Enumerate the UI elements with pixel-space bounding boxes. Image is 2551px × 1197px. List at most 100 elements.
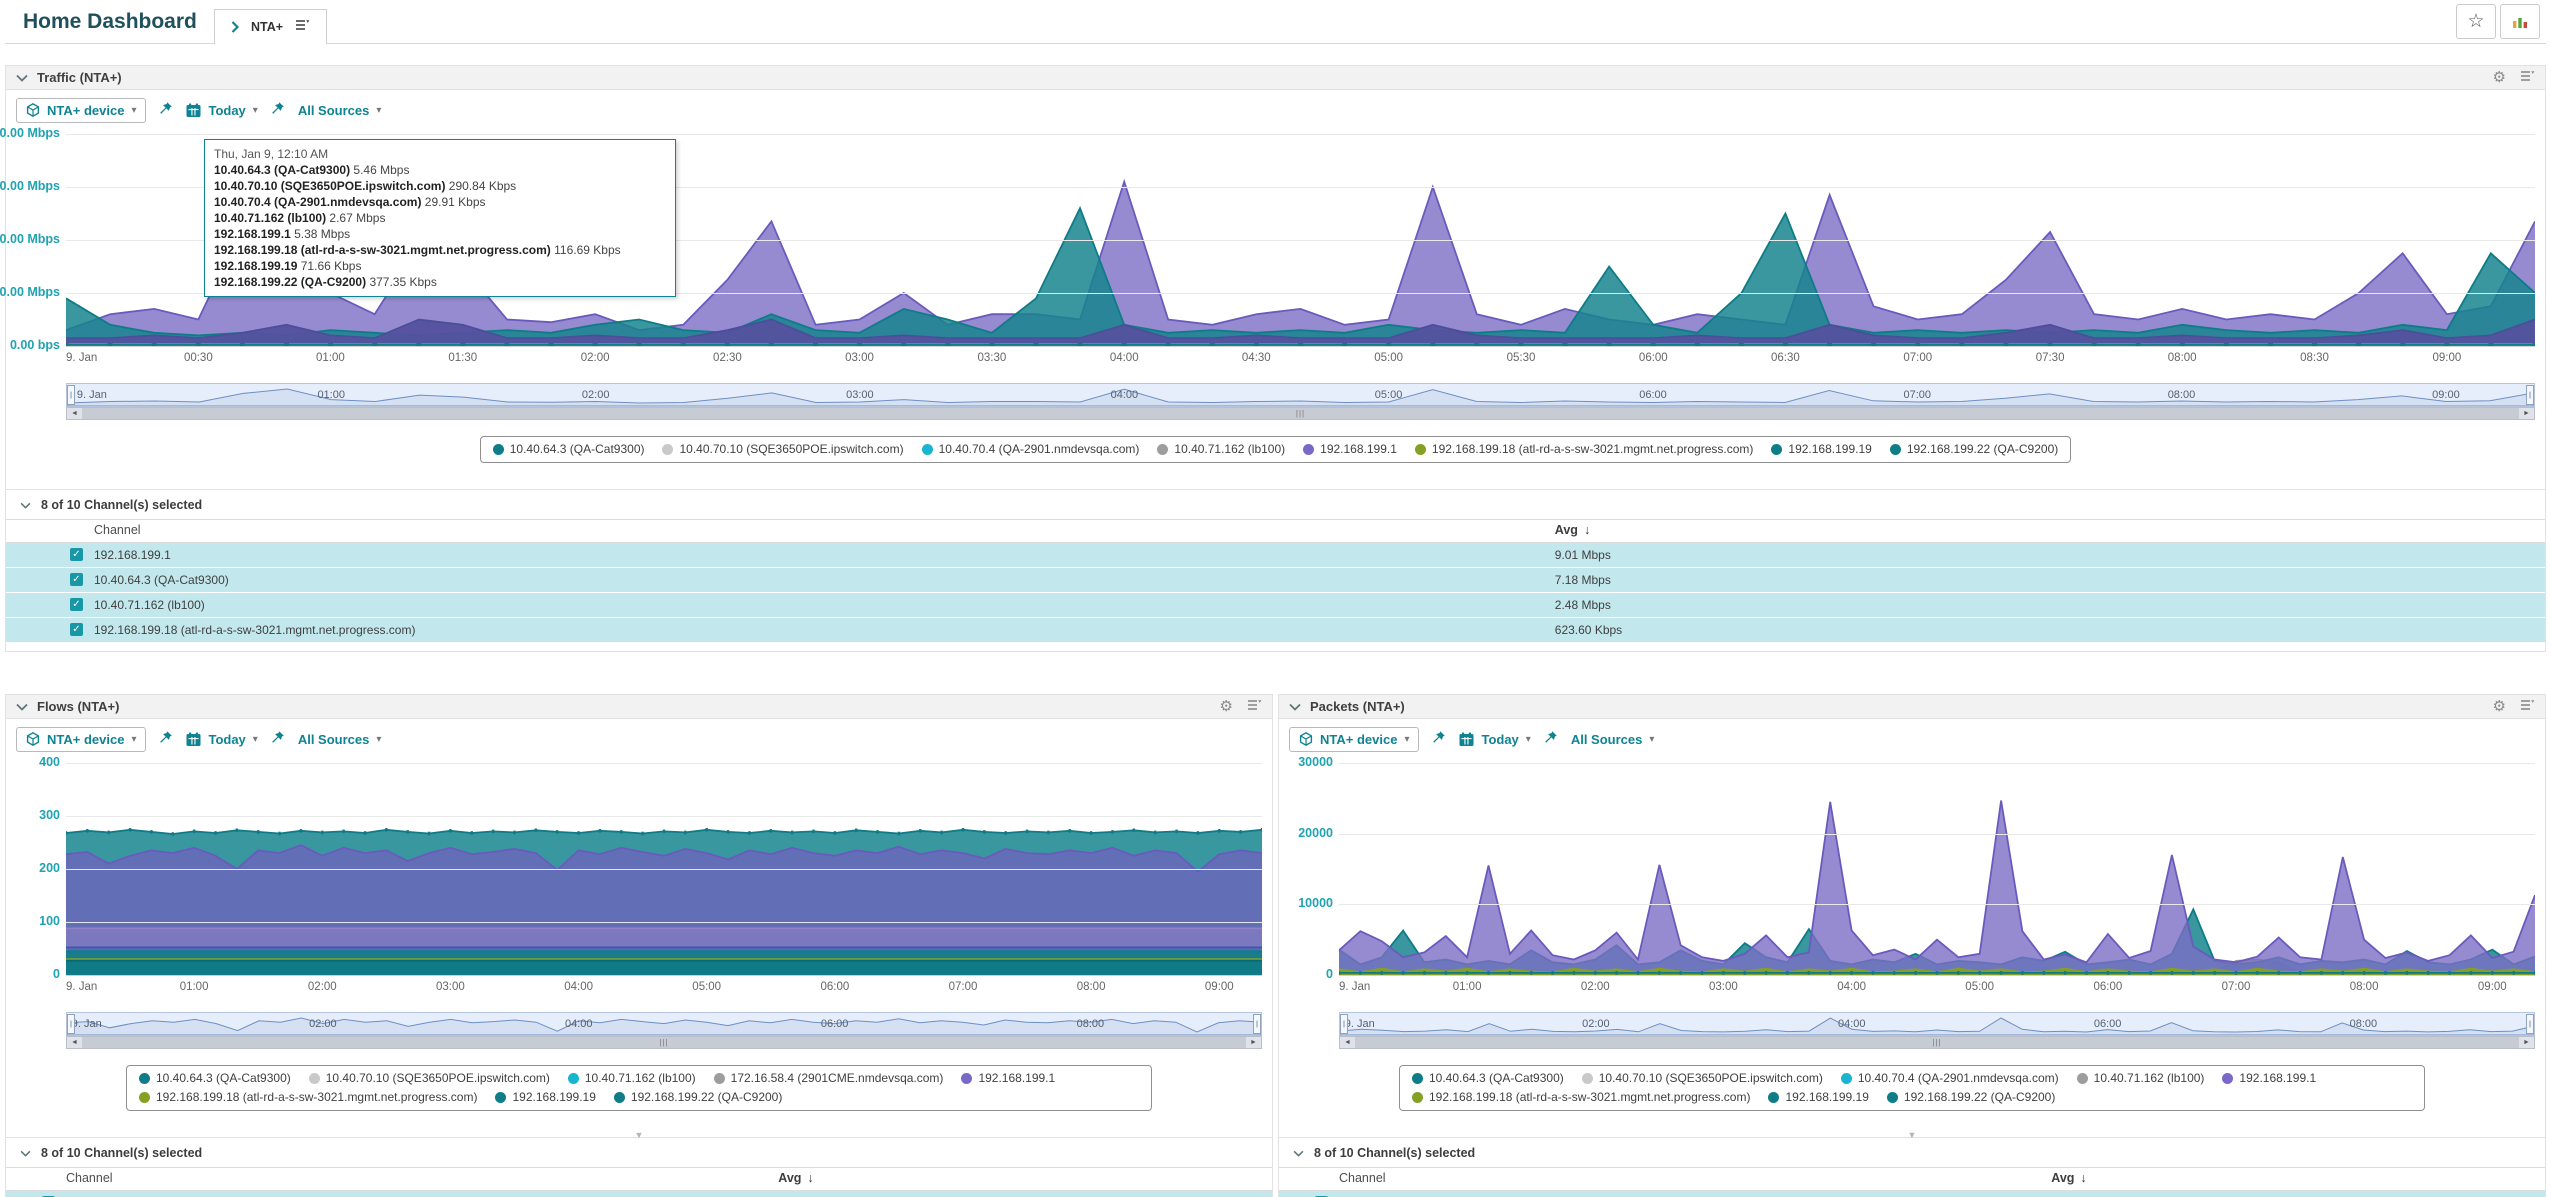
legend-item[interactable]: 192.168.199.19 xyxy=(1771,440,1871,459)
legend-item[interactable]: 192.168.199.1 xyxy=(961,1069,1055,1088)
packets-panel-header[interactable]: Packets (NTA+) ⚙ xyxy=(1279,695,2545,719)
legend-item[interactable]: 10.40.71.162 (lb100) xyxy=(1157,440,1285,459)
favorite-button[interactable]: ☆ xyxy=(2456,4,2496,39)
pin-icon[interactable] xyxy=(1432,730,1446,749)
avg-column-header[interactable]: Avg↓ xyxy=(778,1171,813,1185)
legend-item[interactable]: 192.168.199.18 (atl-rd-a-s-sw-3021.mgmt.… xyxy=(1412,1088,1750,1107)
legend-item[interactable]: 10.40.64.3 (QA-Cat9300) xyxy=(493,440,645,459)
legend-item[interactable]: 10.40.64.3 (QA-Cat9300) xyxy=(1412,1069,1564,1088)
selection-header[interactable]: 8 of 10 Channel(s) selected xyxy=(1279,1138,2545,1167)
legend-item[interactable]: 192.168.199.1 xyxy=(2222,1069,2316,1088)
legend-item[interactable]: 192.168.199.22 (QA-C9200) xyxy=(1890,440,2058,459)
traffic-panel-header[interactable]: Traffic (NTA+) ⚙ xyxy=(6,66,2545,90)
scrollbar-grip[interactable]: ||| xyxy=(1296,409,1305,418)
date-dropdown[interactable]: Today ▾ xyxy=(186,732,257,747)
gear-icon[interactable]: ⚙ xyxy=(2493,699,2506,714)
selection-header[interactable]: 8 of 10 Channel(s) selected xyxy=(6,1138,1272,1167)
legend-item[interactable]: 192.168.199.18 (atl-rd-a-s-sw-3021.mgmt.… xyxy=(139,1088,477,1107)
flows-panel-header[interactable]: Flows (NTA+) ⚙ xyxy=(6,695,1272,719)
navigator-band[interactable]: ∥ ∥ 9. Jan02:0004:0006:0008:00 xyxy=(66,1012,1262,1036)
navigator-handle-left[interactable]: ∥ xyxy=(67,1014,75,1034)
pin-icon[interactable] xyxy=(271,730,285,749)
table-row[interactable]: ✓192.168.199.18 (atl-rd-a-s-sw-3021.mgmt… xyxy=(6,618,2545,643)
splitter-handle[interactable]: ▼ xyxy=(1908,1131,1917,1140)
pin-icon[interactable] xyxy=(159,730,173,749)
avg-column-header[interactable]: Avg↓ xyxy=(1555,523,1590,537)
panel-menu-icon[interactable] xyxy=(2520,698,2535,716)
splitter-handle[interactable]: ▼ xyxy=(635,1131,644,1140)
chart-navigator[interactable]: ∥ ∥ 9. Jan02:0004:0006:0008:00 xyxy=(1339,1012,2535,1036)
avg-column-header[interactable]: Avg↓ xyxy=(2051,1171,2086,1185)
packets-chart-plot[interactable] xyxy=(1339,763,2535,976)
scroll-right-icon[interactable]: ► xyxy=(2519,1037,2534,1048)
date-dropdown[interactable]: Today ▾ xyxy=(1459,732,1530,747)
chart-scrollbar[interactable]: ◄ ||| ► xyxy=(1339,1036,2535,1049)
chart-navigator[interactable]: ∥ ∥ 9. Jan02:0004:0006:0008:00 xyxy=(66,1012,1262,1036)
traffic-chart-plot[interactable]: Thu, Jan 9, 12:10 AM 10.40.64.3 (QA-Cat9… xyxy=(66,134,2535,347)
navigator-handle-left[interactable]: ∥ xyxy=(1340,1014,1348,1034)
chart-scrollbar[interactable]: ◄ ||| ► xyxy=(66,1036,1262,1049)
panel-menu-icon[interactable] xyxy=(2520,69,2535,87)
table-row[interactable]: ✓192.168.199.19.01 Mbps xyxy=(6,543,2545,568)
table-row[interactable]: ✓10.40.64.3 (QA-Cat9300)7.18 Mbps xyxy=(6,568,2545,593)
row-checkbox[interactable]: ✓ xyxy=(70,548,83,561)
date-dropdown[interactable]: Today ▾ xyxy=(186,103,257,118)
legend-item[interactable]: 192.168.199.18 (atl-rd-a-s-sw-3021.mgmt.… xyxy=(1415,440,1753,459)
scroll-right-icon[interactable]: ► xyxy=(2519,408,2534,419)
navigator-band[interactable]: ∥ ∥ 9. Jan01:0002:0003:0004:0005:0006:00… xyxy=(66,383,2535,407)
navigator-band[interactable]: ∥ ∥ 9. Jan02:0004:0006:0008:00 xyxy=(1339,1012,2535,1036)
scroll-right-icon[interactable]: ► xyxy=(1246,1037,1261,1048)
channel-column-header[interactable]: Channel xyxy=(66,1171,113,1185)
navigator-handle-left[interactable]: ∥ xyxy=(67,385,75,405)
channel-column-header[interactable]: Channel xyxy=(94,523,141,537)
legend-item[interactable]: 10.40.70.10 (SQE3650POE.ipswitch.com) xyxy=(662,440,903,459)
device-dropdown[interactable]: NTA+ device ▾ xyxy=(1289,727,1419,752)
gear-icon[interactable]: ⚙ xyxy=(2493,70,2506,85)
gear-icon[interactable]: ⚙ xyxy=(1220,699,1233,714)
navigator-handle-right[interactable]: ∥ xyxy=(2526,1014,2534,1034)
legend-item[interactable]: 172.16.58.4 (2901CME.nmdevsqa.com) xyxy=(714,1069,944,1088)
collapse-chevron-icon[interactable] xyxy=(1289,703,1301,711)
scrollbar-grip[interactable]: ||| xyxy=(1932,1038,1941,1047)
legend-item[interactable]: 192.168.199.22 (QA-C9200) xyxy=(614,1088,782,1107)
chart-scrollbar[interactable]: ◄ ||| ► xyxy=(66,407,2535,420)
device-dropdown[interactable]: NTA+ device ▾ xyxy=(16,98,146,123)
pin-icon[interactable] xyxy=(271,101,285,120)
legend-item[interactable]: 10.40.70.4 (QA-2901.nmdevsqa.com) xyxy=(1841,1069,2059,1088)
panel-menu-icon[interactable] xyxy=(1247,698,1262,716)
chart-navigator[interactable]: ∥ ∥ 9. Jan01:0002:0003:0004:0005:0006:00… xyxy=(66,383,2535,407)
channel-column-header[interactable]: Channel xyxy=(1339,1171,1386,1185)
navigator-handle-right[interactable]: ∥ xyxy=(1253,1014,1261,1034)
tab-menu-icon[interactable] xyxy=(295,18,310,36)
flows-chart-plot[interactable] xyxy=(66,763,1262,976)
row-checkbox[interactable]: ✓ xyxy=(70,623,83,636)
pin-icon[interactable] xyxy=(1544,730,1558,749)
row-checkbox[interactable]: ✓ xyxy=(70,573,83,586)
selection-header[interactable]: 8 of 10 Channel(s) selected xyxy=(6,490,2545,519)
row-checkbox[interactable]: ✓ xyxy=(70,598,83,611)
legend-item[interactable]: 10.40.71.162 (lb100) xyxy=(568,1069,696,1088)
navigator-handle-right[interactable]: ∥ xyxy=(2526,385,2534,405)
reports-button[interactable] xyxy=(2500,4,2540,39)
scroll-left-icon[interactable]: ◄ xyxy=(1340,1037,1355,1048)
legend-item[interactable]: 192.168.199.1 xyxy=(1303,440,1397,459)
sources-dropdown[interactable]: All Sources ▾ xyxy=(298,732,382,747)
tab-nta[interactable]: NTA+ xyxy=(214,9,327,44)
collapse-chevron-icon[interactable] xyxy=(16,703,28,711)
scroll-left-icon[interactable]: ◄ xyxy=(67,408,82,419)
sources-dropdown[interactable]: All Sources ▾ xyxy=(298,103,382,118)
legend-item[interactable]: 10.40.70.10 (SQE3650POE.ipswitch.com) xyxy=(309,1069,550,1088)
legend-item[interactable]: 192.168.199.19 xyxy=(495,1088,595,1107)
pin-icon[interactable] xyxy=(159,101,173,120)
scrollbar-grip[interactable]: ||| xyxy=(659,1038,668,1047)
legend-item[interactable]: 10.40.64.3 (QA-Cat9300) xyxy=(139,1069,291,1088)
legend-item[interactable]: 192.168.199.22 (QA-C9200) xyxy=(1887,1088,2055,1107)
scroll-left-icon[interactable]: ◄ xyxy=(67,1037,82,1048)
table-row[interactable]: ✓10.40.64.3 (QA-Cat9300)279.54 fps xyxy=(6,1191,1272,1197)
legend-item[interactable]: 192.168.199.19 xyxy=(1768,1088,1868,1107)
table-row[interactable]: ✓10.40.71.162 (lb100)2.48 Mbps xyxy=(6,593,2545,618)
legend-item[interactable]: 10.40.71.162 (lb100) xyxy=(2077,1069,2205,1088)
collapse-chevron-icon[interactable] xyxy=(16,74,28,82)
sources-dropdown[interactable]: All Sources ▾ xyxy=(1571,732,1655,747)
legend-item[interactable]: 10.40.70.10 (SQE3650POE.ipswitch.com) xyxy=(1582,1069,1823,1088)
